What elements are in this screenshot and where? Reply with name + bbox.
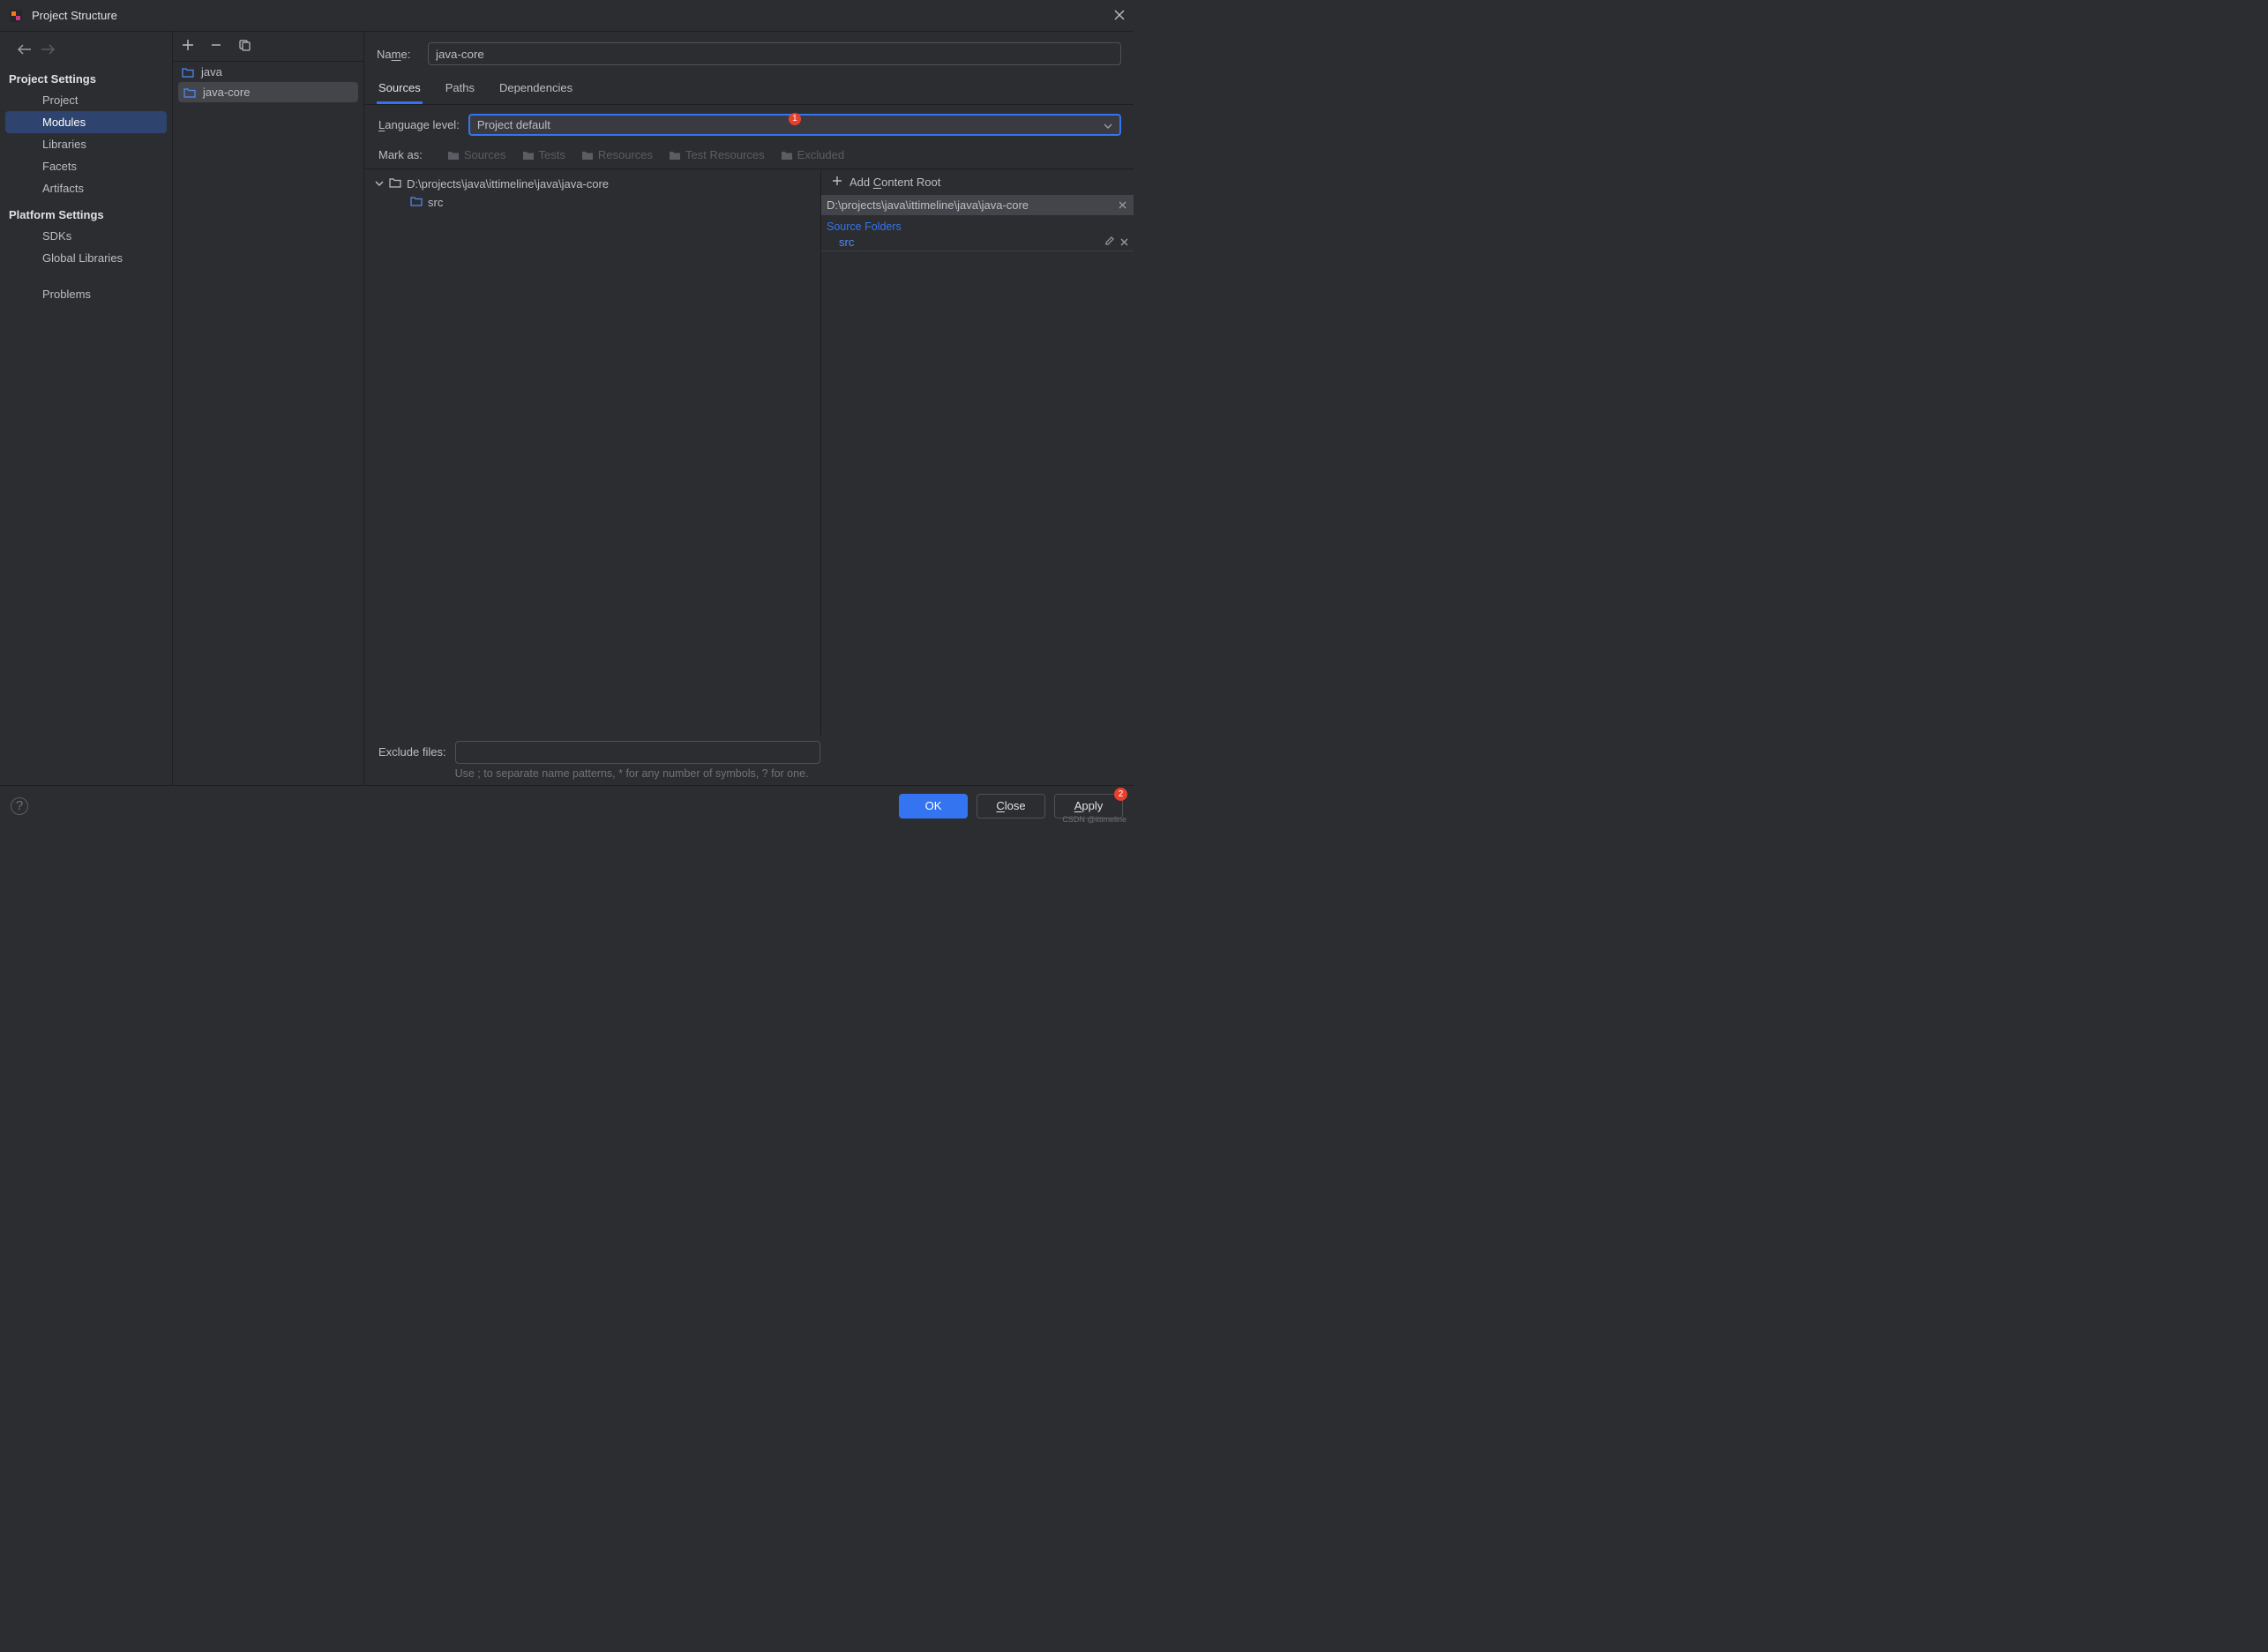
tab-dependencies[interactable]: Dependencies <box>498 74 574 104</box>
tab-paths[interactable]: Paths <box>444 74 476 104</box>
nav-modules[interactable]: Modules <box>5 111 167 133</box>
remove-icon[interactable] <box>210 39 222 54</box>
close-icon[interactable] <box>1114 9 1125 23</box>
module-folder-icon <box>182 66 194 78</box>
add-icon[interactable] <box>182 39 194 54</box>
module-folder-icon <box>183 86 196 99</box>
tree-root-label: D:\projects\java\ittimeline\java\java-co… <box>407 177 609 191</box>
exclude-files-label: Exclude files: <box>368 741 446 759</box>
tab-sources[interactable]: Sources <box>377 74 423 104</box>
window-title: Project Structure <box>32 9 1114 22</box>
tree-src-row[interactable]: src <box>364 193 820 212</box>
sidebar: Project Settings Project Modules Librari… <box>0 32 173 785</box>
content-root-path: D:\projects\java\ittimeline\java\java-co… <box>827 198 1119 212</box>
markas-resources[interactable]: Resources <box>581 148 653 161</box>
add-content-root-button[interactable]: Add Content Root <box>821 169 1134 195</box>
module-list-panel: java java-core <box>173 32 364 785</box>
close-button[interactable]: Close <box>977 794 1045 819</box>
tree-root-row[interactable]: D:\projects\java\ittimeline\java\java-co… <box>364 175 820 193</box>
remove-source-folder-icon[interactable] <box>1120 235 1128 249</box>
nav-global-libraries[interactable]: Global Libraries <box>0 247 172 269</box>
nav-problems[interactable]: Problems <box>0 283 172 305</box>
language-level-dropdown[interactable]: Project default 1 <box>468 114 1121 136</box>
nav-artifacts[interactable]: Artifacts <box>0 177 172 199</box>
tabs: Sources Paths Dependencies <box>364 74 1134 105</box>
module-java-core[interactable]: java-core <box>178 82 358 102</box>
nav-facets[interactable]: Facets <box>0 155 172 177</box>
add-content-root-label: Add Content Root <box>850 176 940 189</box>
markas-test-resources[interactable]: Test Resources <box>669 148 765 161</box>
markas-tests[interactable]: Tests <box>522 148 565 161</box>
tree-src-label: src <box>428 196 443 209</box>
markas-sources[interactable]: Sources <box>447 148 506 161</box>
source-folder-icon <box>410 196 423 209</box>
chevron-down-icon <box>375 177 384 191</box>
source-folders-header: Source Folders <box>821 215 1134 235</box>
language-level-label: Language level: <box>368 118 460 131</box>
footer: ? OK Close Apply 2 <box>0 785 1134 826</box>
module-detail-panel: Name: Sources Paths Dependencies Languag… <box>364 32 1134 785</box>
module-java[interactable]: java <box>173 62 363 82</box>
exclude-files-hint: Use ; to separate name patterns, * for a… <box>455 764 820 780</box>
back-icon[interactable] <box>18 44 32 55</box>
section-project-settings: Project Settings <box>0 64 172 89</box>
exclude-files-input[interactable] <box>455 741 820 764</box>
content-roots-panel: Add Content Root D:\projects\java\ittime… <box>821 169 1134 736</box>
section-platform-settings: Platform Settings <box>0 199 172 225</box>
help-icon[interactable]: ? <box>11 797 28 815</box>
language-level-value: Project default <box>477 118 782 131</box>
annotation-badge-1: 1 <box>789 113 801 125</box>
watermark: CSDN @ittimeline <box>1062 815 1127 824</box>
app-icon <box>9 9 23 23</box>
module-label: java <box>201 65 222 78</box>
chevron-down-icon <box>1104 118 1112 131</box>
titlebar: Project Structure <box>0 0 1134 32</box>
copy-icon[interactable] <box>238 39 251 54</box>
mark-as-label: Mark as: <box>368 148 423 161</box>
module-label: java-core <box>203 86 250 99</box>
annotation-badge-2: 2 <box>1114 788 1127 801</box>
markas-excluded[interactable]: Excluded <box>781 148 844 161</box>
name-label: Name: <box>377 48 419 61</box>
folder-icon <box>389 177 401 191</box>
ok-button[interactable]: OK <box>899 794 968 819</box>
content-root-row[interactable]: D:\projects\java\ittimeline\java\java-co… <box>821 195 1134 215</box>
plus-icon <box>832 176 842 189</box>
source-tree: D:\projects\java\ittimeline\java\java-co… <box>364 169 821 736</box>
remove-content-root-icon[interactable] <box>1119 199 1127 212</box>
nav-libraries[interactable]: Libraries <box>0 133 172 155</box>
nav-project[interactable]: Project <box>0 89 172 111</box>
source-folder-name: src <box>839 235 1099 249</box>
source-folder-row[interactable]: src <box>821 235 1134 251</box>
edit-icon[interactable] <box>1104 235 1115 249</box>
nav-sdks[interactable]: SDKs <box>0 225 172 247</box>
forward-icon[interactable] <box>41 44 55 55</box>
name-input[interactable] <box>428 42 1121 65</box>
